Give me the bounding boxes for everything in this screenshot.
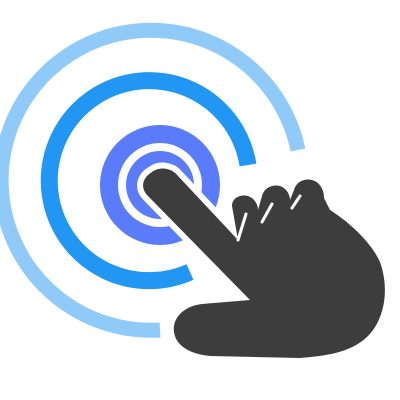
tap-gesture-icon (0, 22, 391, 364)
icon-canvas (0, 0, 400, 400)
hand-pointer-icon (137, 162, 391, 364)
